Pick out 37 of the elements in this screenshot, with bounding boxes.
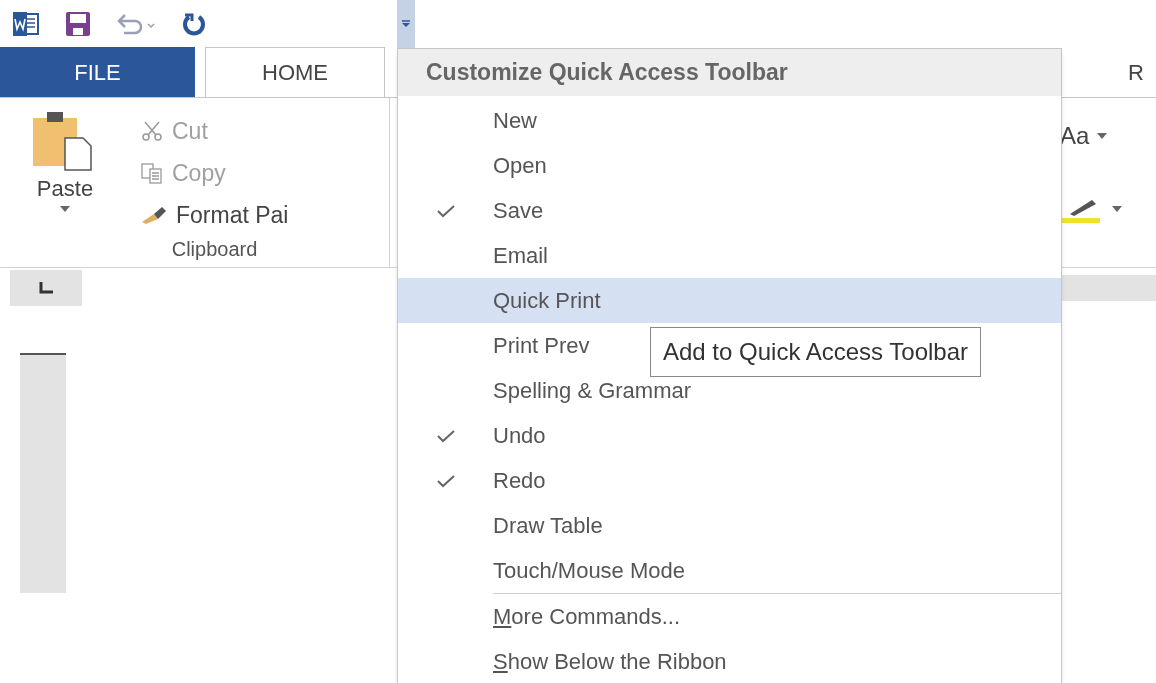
menu-title: Customize Quick Access Toolbar [398,49,1061,96]
undo-icon[interactable] [116,11,156,37]
menu-item[interactable]: Touch/Mouse Mode [398,548,1061,593]
menu-item[interactable]: Open [398,143,1061,188]
menu-item[interactable]: Email [398,233,1061,278]
menu-item[interactable]: Redo [398,458,1061,503]
group-label: Clipboard [170,237,259,262]
menu-item[interactable]: Draw Table [398,503,1061,548]
menu-item[interactable]: Show Below the Ribbon [398,639,1061,683]
caret-icon [1112,206,1122,212]
checkmark-icon [435,473,456,488]
ribbon-tab[interactable]: R [1116,47,1156,97]
menu-item[interactable]: Quick Print [398,278,1061,323]
customize-toolbar-button[interactable] [397,0,415,48]
caret-icon [1097,133,1108,139]
menu-item[interactable]: Undo [398,413,1061,458]
ribbon-tab[interactable]: FILE [0,47,195,97]
change-case-label[interactable]: Aa [1060,118,1090,154]
word-logo-icon[interactable] [12,11,40,37]
menu-item[interactable]: Save [398,188,1061,233]
paste-button[interactable]: Paste [0,110,110,234]
ribbon-tab[interactable]: HOME [205,47,385,97]
tab-selector[interactable] [10,270,82,306]
menu-item[interactable]: New [398,98,1061,143]
menu-item[interactable]: More Commands... [493,594,1061,639]
left-tab-icon [39,282,53,294]
tooltip: Add to Quick Access Toolbar [650,327,982,377]
checkmark-icon [435,428,456,443]
dropdown-caret-icon [401,19,411,29]
copy-icon [140,161,164,185]
scissors-icon [140,119,164,143]
clipboard-command[interactable]: Format Pai [140,196,289,234]
paintbrush-icon [140,204,168,226]
checkmark-icon [435,203,456,218]
caret-icon [59,205,71,213]
redo-icon[interactable] [181,11,207,37]
save-icon[interactable] [65,11,91,37]
